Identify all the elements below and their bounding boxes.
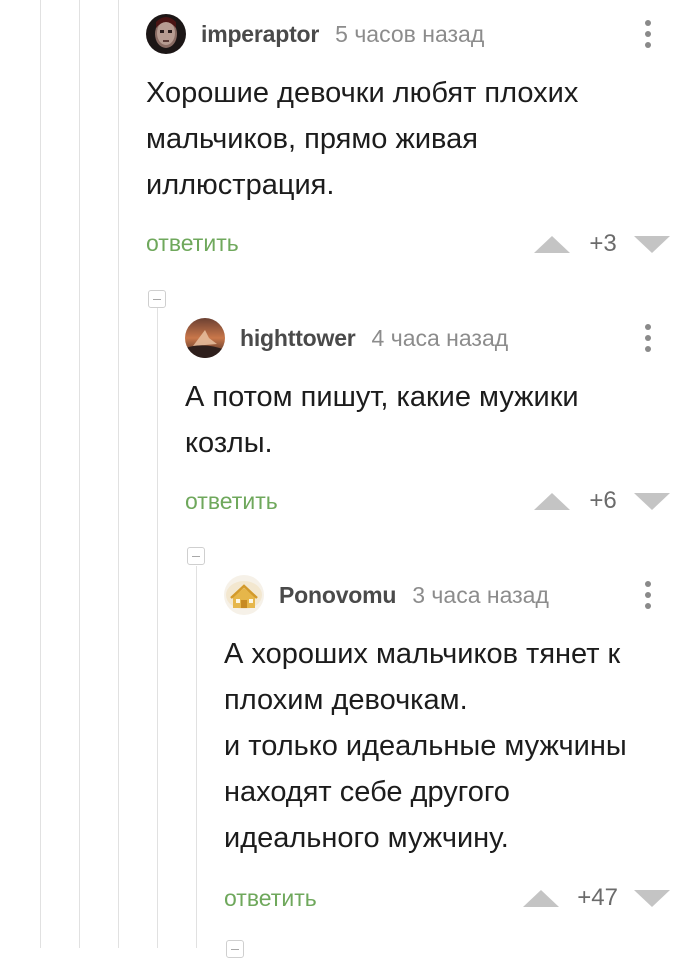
collapse-thread-button[interactable] xyxy=(187,547,205,565)
comment-text: Хорошие девочки любят плохих мальчиков, … xyxy=(146,77,579,201)
user-avatar[interactable] xyxy=(146,14,186,54)
thread-line xyxy=(79,0,80,948)
comment-time: 3 часа назад xyxy=(412,581,549,608)
upvote-icon[interactable] xyxy=(534,235,570,253)
more-options-icon[interactable] xyxy=(636,577,660,613)
comment-header: imperaptor 5 часов назад xyxy=(146,14,484,54)
upvote-icon[interactable] xyxy=(523,889,560,907)
comment-header: Ponovomu 3 часа назад xyxy=(224,575,549,615)
upvote-icon[interactable] xyxy=(534,492,570,510)
comment-time: 4 часа назад xyxy=(371,324,509,351)
user-avatar-dark-icon xyxy=(146,14,186,54)
reply-link[interactable]: ответить xyxy=(185,488,278,515)
user-avatar-house-icon xyxy=(224,575,264,615)
more-options-icon[interactable] xyxy=(636,16,660,52)
collapse-thread-button[interactable] xyxy=(148,290,166,308)
comment-author[interactable]: Ponovomu xyxy=(279,582,396,609)
comment-rating: +6 xyxy=(589,487,617,514)
more-options-icon[interactable] xyxy=(636,320,660,356)
downvote-icon[interactable] xyxy=(634,492,670,510)
comment: imperaptor 5 часов назад Хорошие девочки… xyxy=(146,14,670,264)
comment-rating: +47 xyxy=(577,884,618,911)
comment-text: А потом пишут, какие мужики козлы. xyxy=(185,381,579,459)
comment-rating: +3 xyxy=(589,230,617,257)
comment-author[interactable]: imperaptor xyxy=(201,21,319,48)
comment-author[interactable]: highttower xyxy=(240,325,356,352)
reply-link[interactable]: ответить xyxy=(224,885,317,912)
user-avatar[interactable] xyxy=(185,318,225,358)
thread-line xyxy=(157,308,158,948)
downvote-icon[interactable] xyxy=(634,889,670,907)
reply-link[interactable]: ответить xyxy=(146,230,239,257)
comment-header: highttower 4 часа назад xyxy=(185,318,508,358)
downvote-icon[interactable] xyxy=(634,235,670,253)
thread-line xyxy=(40,0,41,948)
comment: Ponovomu 3 часа назад А хороших мальчико… xyxy=(224,575,670,925)
comment: highttower 4 часа назад А потом пишут, к… xyxy=(185,318,670,518)
vote-controls: +47 xyxy=(523,884,670,911)
user-avatar[interactable] xyxy=(224,575,264,615)
comment-text: А хороших мальчиков тянет к плохим девоч… xyxy=(224,638,627,854)
thread-line xyxy=(118,0,119,948)
vote-controls: +6 xyxy=(534,487,670,514)
user-avatar-sunset-icon xyxy=(185,318,225,358)
collapse-thread-button[interactable] xyxy=(226,940,244,958)
vote-controls: +3 xyxy=(534,230,670,257)
comment-time: 5 часов назад xyxy=(335,20,485,47)
thread-line xyxy=(196,566,197,948)
